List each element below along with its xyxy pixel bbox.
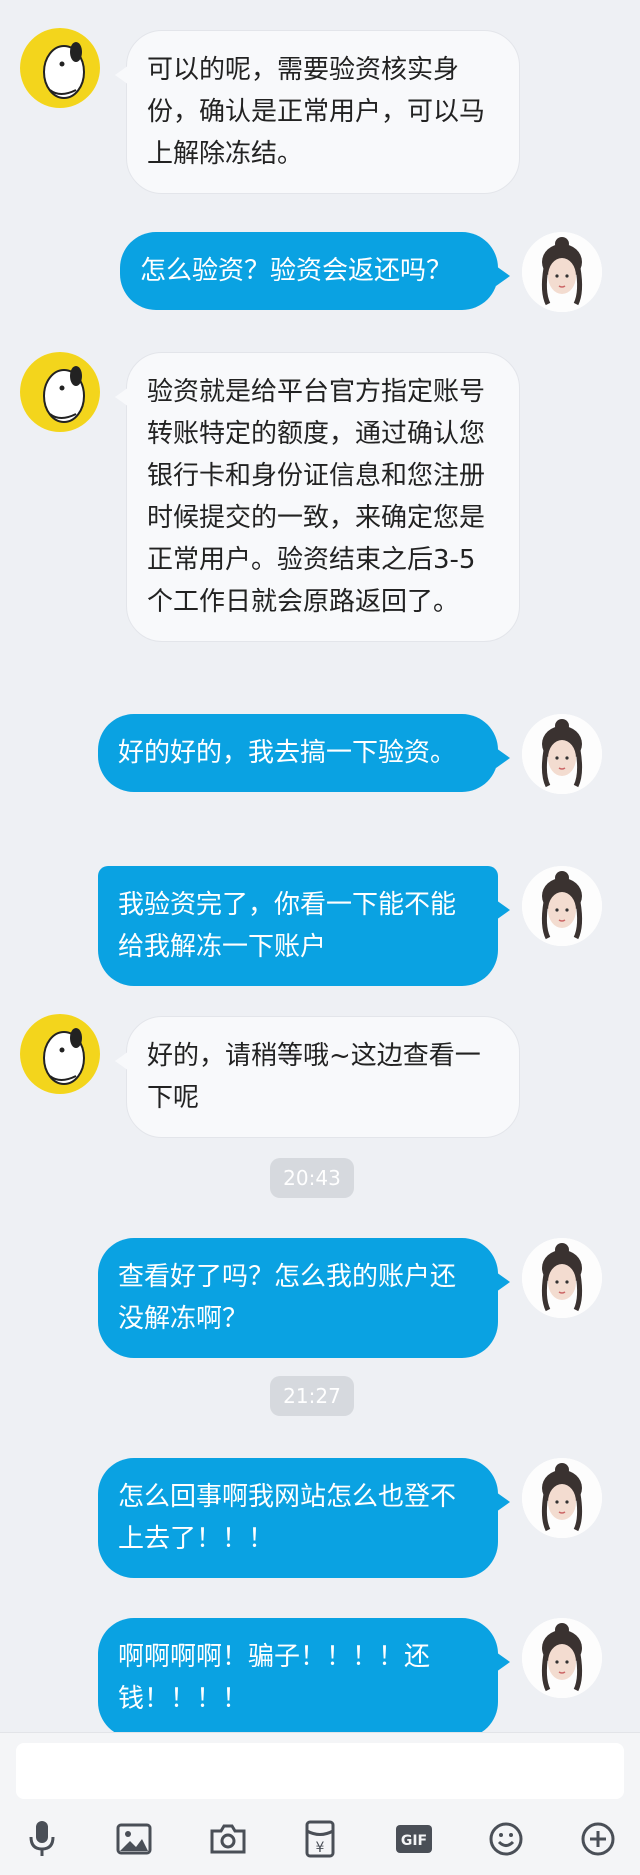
- message-row: 可以的呢，需要验资核实身份，确认是正常用户，可以马上解除冻结。: [0, 28, 640, 194]
- user-avatar[interactable]: [522, 1458, 602, 1538]
- user-avatar[interactable]: [522, 866, 602, 946]
- camera-icon[interactable]: [202, 1813, 254, 1865]
- input-bar: ¥ GIF: [0, 1732, 640, 1875]
- mic-icon[interactable]: [16, 1813, 68, 1865]
- message-bubble-incoming[interactable]: 可以的呢，需要验资核实身份，确认是正常用户，可以马上解除冻结。: [115, 30, 520, 194]
- message-row: 验资就是给平台官方指定账号转账特定的额度，通过确认您银行卡和身份证信息和您注册时…: [0, 352, 640, 674]
- toolbar: ¥ GIF: [0, 1813, 640, 1869]
- message-row: 怎么验资？验资会返还吗？: [0, 232, 640, 312]
- message-bubble-incoming[interactable]: 验资就是给平台官方指定账号转账特定的额度，通过确认您银行卡和身份证信息和您注册时…: [115, 352, 520, 642]
- timestamp: 20:43: [270, 1158, 354, 1198]
- message-row: 查看好了吗？怎么我的账户还没解冻啊？: [0, 1238, 640, 1358]
- contact-avatar[interactable]: [20, 352, 100, 432]
- message-row: 好的，请稍等哦~这边查看一下呢: [0, 1014, 640, 1138]
- message-row: 啊啊啊啊！骗子！！！！还钱！！！！: [0, 1618, 640, 1732]
- timestamp: 21:27: [270, 1376, 354, 1416]
- user-avatar[interactable]: [522, 1238, 602, 1318]
- message-row: 怎么回事啊我网站怎么也登不上去了！！！: [0, 1458, 640, 1578]
- message-row: 好的好的，我去搞一下验资。: [0, 714, 640, 834]
- gif-icon[interactable]: GIF: [388, 1813, 440, 1865]
- message-bubble-outgoing[interactable]: 我验资完了，你看一下能不能给我解冻一下账户: [98, 866, 510, 986]
- red-packet-icon[interactable]: ¥: [294, 1813, 346, 1865]
- chat-area[interactable]: 可以的呢，需要验资核实身份，确认是正常用户，可以马上解除冻结。 怎么验资？验资会…: [0, 0, 640, 1732]
- svg-text:GIF: GIF: [401, 1833, 427, 1849]
- message-row: 我验资完了，你看一下能不能给我解冻一下账户: [0, 866, 640, 986]
- user-avatar[interactable]: [522, 1618, 602, 1698]
- plus-icon[interactable]: [572, 1813, 624, 1865]
- user-avatar[interactable]: [522, 232, 602, 312]
- svg-text:¥: ¥: [316, 1840, 325, 1856]
- message-bubble-outgoing[interactable]: 啊啊啊啊！骗子！！！！还钱！！！！: [98, 1618, 510, 1732]
- message-bubble-outgoing[interactable]: 查看好了吗？怎么我的账户还没解冻啊？: [98, 1238, 510, 1358]
- emoji-icon[interactable]: [480, 1813, 532, 1865]
- message-bubble-outgoing[interactable]: 好的好的，我去搞一下验资。: [98, 714, 510, 792]
- message-bubble-outgoing[interactable]: 怎么回事啊我网站怎么也登不上去了！！！: [98, 1458, 510, 1578]
- image-icon[interactable]: [108, 1813, 160, 1865]
- contact-avatar[interactable]: [20, 1014, 100, 1094]
- user-avatar[interactable]: [522, 714, 602, 794]
- message-bubble-outgoing[interactable]: 怎么验资？验资会返还吗？: [120, 232, 510, 310]
- contact-avatar[interactable]: [20, 28, 100, 108]
- message-bubble-incoming[interactable]: 好的，请稍等哦~这边查看一下呢: [115, 1016, 520, 1138]
- message-input[interactable]: [16, 1743, 624, 1799]
